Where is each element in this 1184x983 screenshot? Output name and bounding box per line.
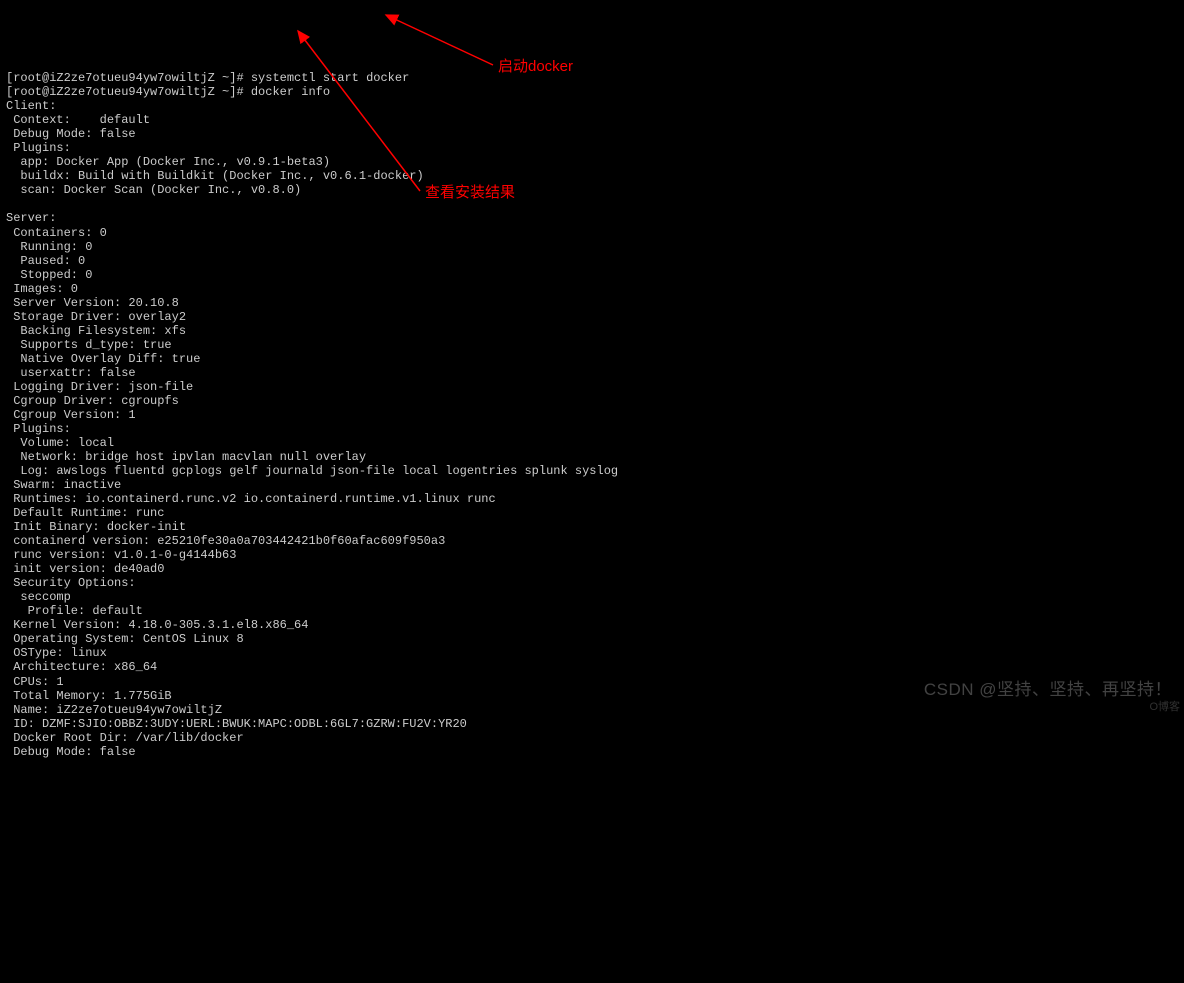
out-18: Native Overlay Diff: true [6,352,200,366]
out-19: userxattr: false [6,366,136,380]
out-38: Operating System: CentOS Linux 8 [6,632,244,646]
out-42: Total Memory: 1.775GiB [6,689,172,703]
out-5: buildx: Build with Buildkit (Docker Inc.… [6,169,424,183]
out-25: Network: bridge host ipvlan macvlan null… [6,450,366,464]
out-9: Containers: 0 [6,226,107,240]
annotation-check-result: 查看安装结果 [425,184,515,202]
out-41: CPUs: 1 [6,675,64,689]
out-0: Client: [6,99,56,113]
out-31: containerd version: e25210fe30a0a7034424… [6,534,445,548]
out-13: Images: 0 [6,282,78,296]
out-43: Name: iZ2ze7otueu94yw7owiltjZ [6,703,222,717]
out-14: Server Version: 20.10.8 [6,296,179,310]
out-44: ID: DZMF:SJIO:OBBZ:3UDY:UERL:BWUK:MAPC:O… [6,717,467,731]
terminal-prompt-2: [root@iZ2ze7otueu94yw7owiltjZ ~]# [6,85,251,99]
out-30: Init Binary: docker-init [6,520,186,534]
out-11: Paused: 0 [6,254,85,268]
terminal-output[interactable]: [root@iZ2ze7otueu94yw7owiltjZ ~]# system… [6,57,1178,759]
out-1: Context: default [6,113,150,127]
out-32: runc version: v1.0.1-0-g4144b63 [6,548,236,562]
out-8: Server: [6,211,56,225]
out-3: Plugins: [6,141,71,155]
out-20: Logging Driver: json-file [6,380,193,394]
out-36: Profile: default [6,604,143,618]
out-45: Docker Root Dir: /var/lib/docker [6,731,244,745]
out-24: Volume: local [6,436,114,450]
out-6: scan: Docker Scan (Docker Inc., v0.8.0) [6,183,301,197]
out-35: seccomp [6,590,71,604]
out-23: Plugins: [6,422,71,436]
out-15: Storage Driver: overlay2 [6,310,186,324]
out-16: Backing Filesystem: xfs [6,324,186,338]
out-22: Cgroup Version: 1 [6,408,136,422]
out-34: Security Options: [6,576,136,590]
out-21: Cgroup Driver: cgroupfs [6,394,179,408]
out-12: Stopped: 0 [6,268,92,282]
out-26: Log: awslogs fluentd gcplogs gelf journa… [6,464,618,478]
annotation-start-docker: 启动docker [498,58,573,76]
out-4: app: Docker App (Docker Inc., v0.9.1-bet… [6,155,330,169]
out-40: Architecture: x86_64 [6,660,157,674]
out-29: Default Runtime: runc [6,506,164,520]
command-1: systemctl start docker [251,71,409,85]
out-10: Running: 0 [6,240,92,254]
out-2: Debug Mode: false [6,127,136,141]
out-39: OSType: linux [6,646,107,660]
out-28: Runtimes: io.containerd.runc.v2 io.conta… [6,492,496,506]
out-37: Kernel Version: 4.18.0-305.3.1.el8.x86_6… [6,618,308,632]
command-2: docker info [251,85,330,99]
out-17: Supports d_type: true [6,338,172,352]
out-46: Debug Mode: false [6,745,136,759]
out-33: init version: de40ad0 [6,562,164,576]
out-27: Swarm: inactive [6,478,121,492]
terminal-prompt-1: [root@iZ2ze7otueu94yw7owiltjZ ~]# [6,71,251,85]
